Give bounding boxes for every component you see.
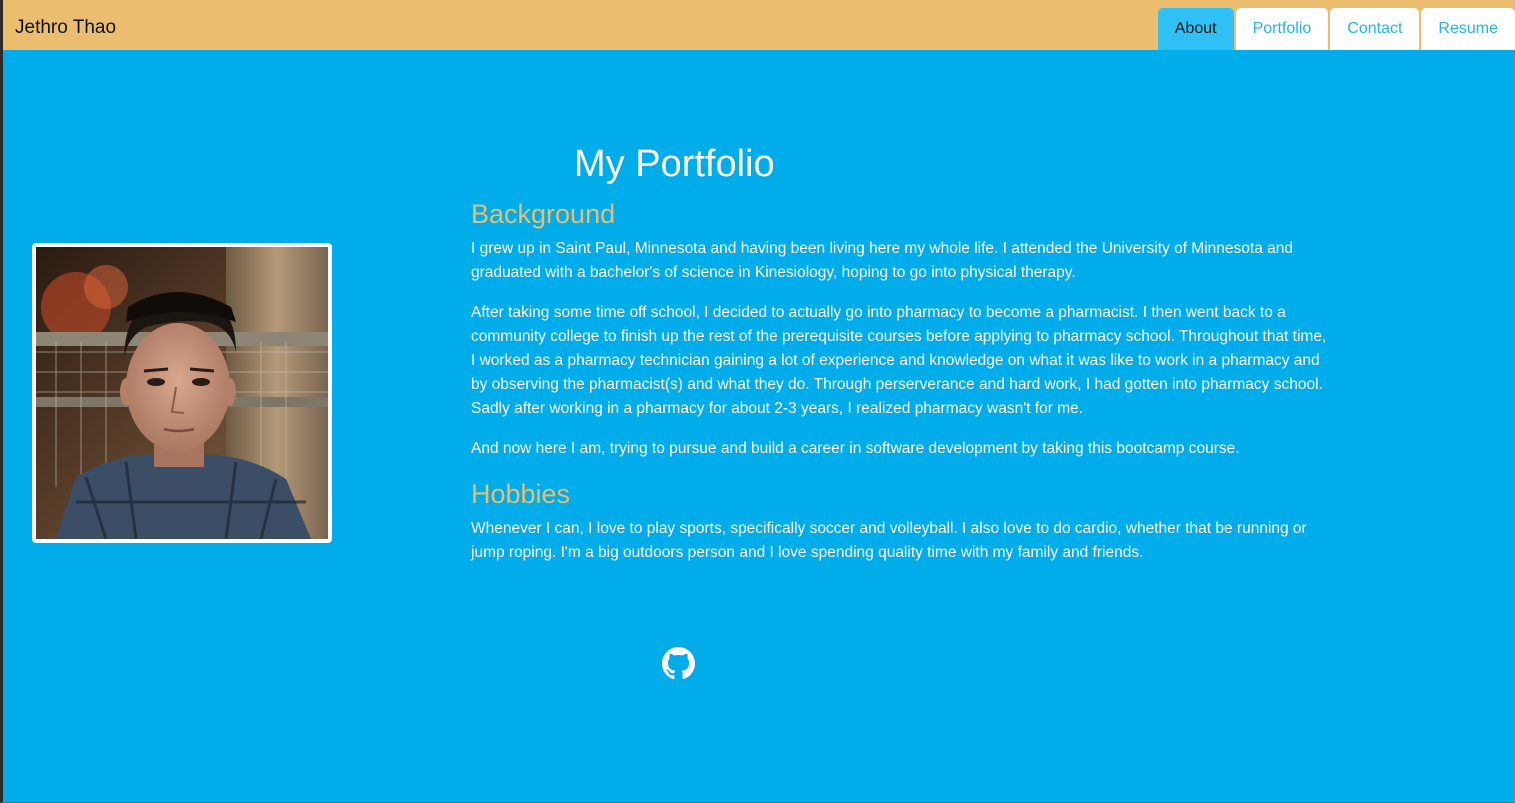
page-title: My Portfolio [574, 143, 775, 185]
background-paragraph-2: After taking some time off school, I dec… [471, 304, 1327, 417]
page: Jethro Thao About Portfolio Contact Resu… [0, 0, 1515, 803]
tab-contact[interactable]: Contact [1330, 8, 1420, 50]
background-heading: Background [471, 199, 616, 229]
hobbies-heading: Hobbies [471, 479, 571, 509]
tab-portfolio[interactable]: Portfolio [1235, 8, 1329, 50]
background-paragraph-1: I grew up in Saint Paul, Minnesota and h… [471, 240, 1293, 281]
hobbies-paragraph: Whenever I can, I love to play sports, s… [471, 520, 1307, 561]
tab-resume[interactable]: Resume [1421, 8, 1515, 50]
background-paragraph-3: And now here I am, trying to pursue and … [471, 440, 1240, 457]
tab-about[interactable]: About [1157, 8, 1234, 50]
about-content: Background I grew up in Saint Paul, Minn… [471, 197, 1333, 581]
brand-name[interactable]: Jethro Thao [15, 17, 116, 39]
nav-tabs: About Portfolio Contact Resume [1157, 8, 1515, 50]
github-icon[interactable] [662, 647, 695, 680]
profile-photo [32, 243, 332, 543]
navbar: Jethro Thao About Portfolio Contact Resu… [3, 0, 1515, 50]
